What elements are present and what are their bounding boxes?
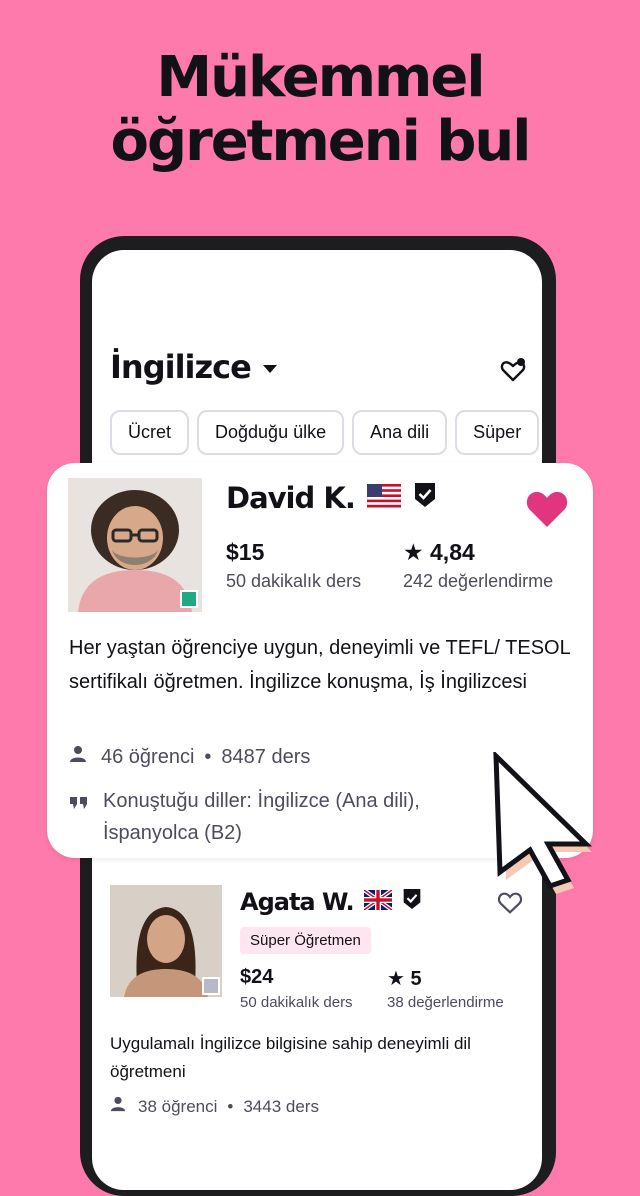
rating-value: 4,84: [430, 539, 475, 565]
star-icon: ★: [403, 539, 424, 565]
offline-indicator: [202, 977, 220, 995]
lessons-count: 3443 ders: [243, 1096, 319, 1116]
reviews-count: 242 değerlendirme: [403, 571, 554, 591]
rating: ★ 5: [387, 966, 422, 991]
online-indicator: [180, 590, 198, 608]
languages-text: Konuştuğu diller: İngilizce (Ana dili), …: [103, 790, 420, 844]
quote-icon: [69, 789, 89, 849]
verified-icon: [413, 481, 437, 515]
lessons-count: 8487 ders: [221, 745, 311, 768]
separator-dot: •: [204, 745, 212, 768]
tutor-description: Uygulamalı İngilizce bilgisine sahip den…: [110, 1034, 471, 1081]
star-icon: ★: [387, 968, 405, 990]
reviews-count: 38 değerlendirme: [387, 994, 504, 1011]
pointer-cursor-icon: [492, 749, 602, 894]
price: $24: [240, 966, 274, 988]
us-flag-icon: [366, 481, 402, 515]
tutor-name-row: Agata W.: [240, 888, 422, 916]
language-selector[interactable]: İngilizce: [110, 348, 277, 386]
uk-flag-icon: [362, 888, 393, 916]
headline: Mükemmel öğretmeni bul: [0, 46, 640, 174]
tutor-name[interactable]: David K.: [226, 481, 356, 515]
rating: ★ 4,84: [403, 539, 475, 566]
tutor-stats: 46 öğrenci • 8487 ders: [69, 745, 310, 769]
headline-line-1: Mükemmel: [156, 45, 485, 110]
languages-spoken: Konuştuğu diller: İngilizce (Ana dili), …: [69, 785, 503, 849]
student-icon: [69, 745, 87, 769]
tutor-name-row: David K.: [226, 481, 437, 515]
students-count: 38 öğrenci: [138, 1096, 218, 1116]
filter-super[interactable]: Süper: [455, 410, 540, 455]
tutor-avatar: [110, 885, 222, 997]
favorite-heart-icon[interactable]: [497, 892, 523, 914]
tutor-avatar: [68, 478, 202, 612]
favorite-heart-icon[interactable]: [525, 489, 569, 529]
super-tutor-badge: Süper Öğretmen: [240, 927, 371, 954]
verified-icon: [402, 888, 422, 916]
headline-line-2: öğretmeni bul: [110, 109, 532, 174]
language-label: İngilizce: [110, 348, 252, 386]
favorites-heart-icon[interactable]: [500, 358, 526, 384]
rating-value: 5: [410, 968, 422, 990]
tutor-name[interactable]: Agata W.: [240, 888, 355, 916]
filter-native[interactable]: Ana dili: [352, 410, 448, 455]
filter-price[interactable]: Ücret: [110, 410, 190, 455]
student-icon: [110, 1096, 126, 1117]
separator-dot: •: [227, 1096, 234, 1116]
lesson-length: 50 dakikalık ders: [226, 571, 362, 591]
chevron-down-icon: [262, 365, 277, 373]
students-count: 46 öğrenci: [101, 745, 195, 768]
filter-country[interactable]: Doğduğu ülke: [197, 410, 345, 455]
tutor-description: Her yaştan öğrenciye uygun, deneyimli ve…: [69, 637, 570, 693]
lesson-length: 50 dakikalık ders: [240, 994, 353, 1011]
tutor-stats: 38 öğrenci • 3443 ders: [110, 1096, 319, 1117]
filter-bar: Ücret Doğduğu ülke Ana dili Süper: [110, 410, 540, 455]
tutor-card[interactable]: Agata W. Süper Öğretmen $24 50 dakikalık…: [92, 872, 542, 1138]
price: $15: [226, 539, 265, 565]
